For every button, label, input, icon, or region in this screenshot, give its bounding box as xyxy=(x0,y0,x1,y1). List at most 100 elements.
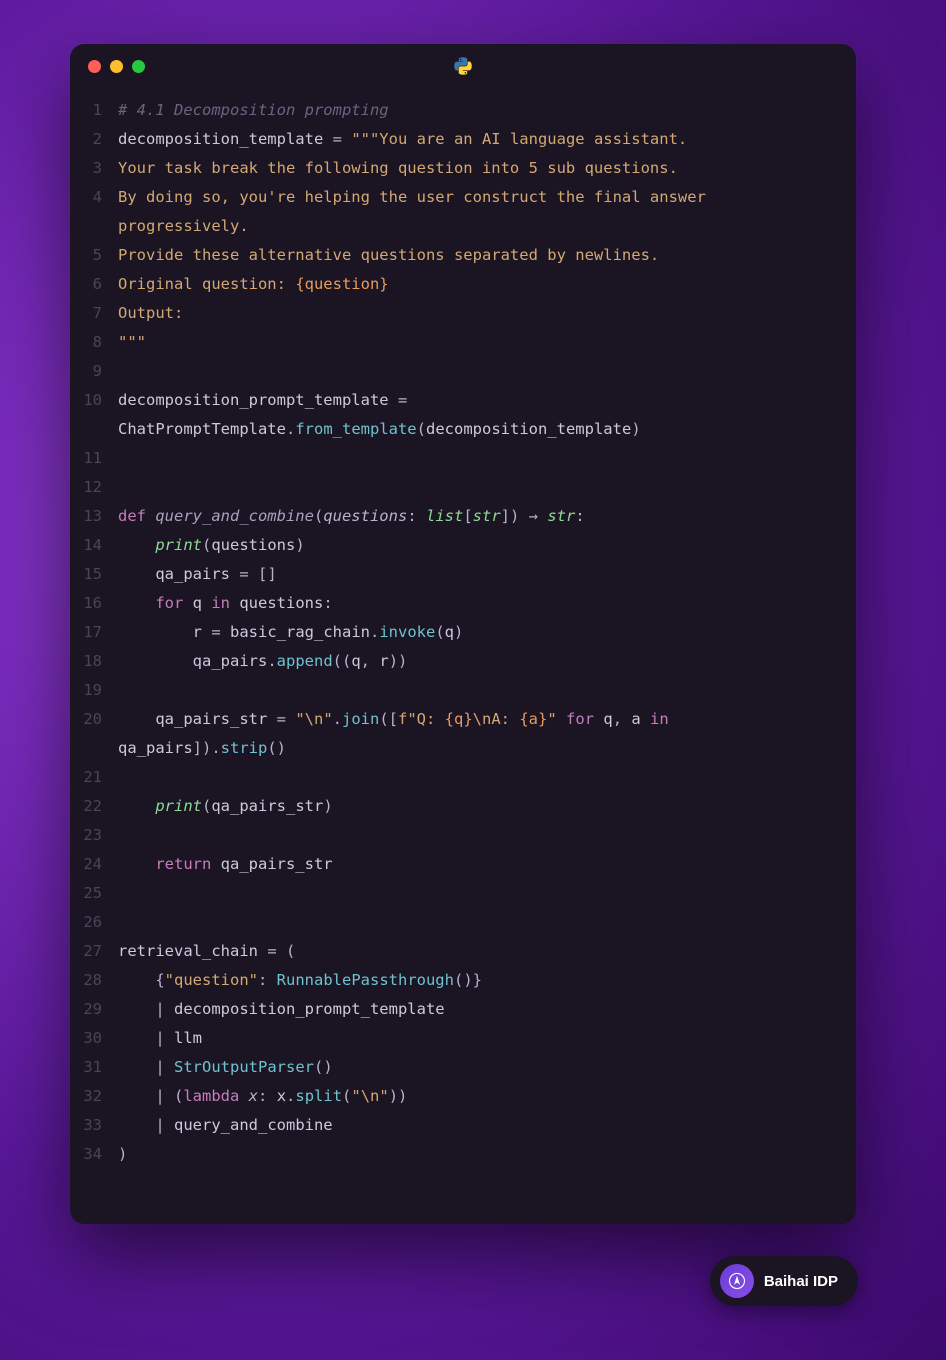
line-number: 1 xyxy=(70,96,118,125)
line-content: | StrOutputParser() xyxy=(118,1053,856,1082)
code-line: 6Original question: {question} xyxy=(70,270,856,299)
line-content: By doing so, you're helping the user con… xyxy=(118,183,856,241)
code-line: 20 qa_pairs_str = "\n".join([f"Q: {q}\nA… xyxy=(70,705,856,763)
code-line: 14 print(questions) xyxy=(70,531,856,560)
line-content xyxy=(118,357,856,386)
code-line: 4By doing so, you're helping the user co… xyxy=(70,183,856,241)
code-line: 5Provide these alternative questions sep… xyxy=(70,241,856,270)
line-content: | decomposition_prompt_template xyxy=(118,995,856,1024)
code-line: 8""" xyxy=(70,328,856,357)
line-number: 2 xyxy=(70,125,118,154)
code-line: 21 xyxy=(70,763,856,792)
code-line: 28 {"question": RunnablePassthrough()} xyxy=(70,966,856,995)
line-number: 30 xyxy=(70,1024,118,1053)
line-number: 22 xyxy=(70,792,118,821)
code-line: 16 for q in questions: xyxy=(70,589,856,618)
line-content: ) xyxy=(118,1140,856,1169)
line-number: 9 xyxy=(70,357,118,386)
line-number: 19 xyxy=(70,676,118,705)
code-line: 29 | decomposition_prompt_template xyxy=(70,995,856,1024)
close-icon[interactable] xyxy=(88,60,101,73)
line-number: 7 xyxy=(70,299,118,328)
code-line: 22 print(qa_pairs_str) xyxy=(70,792,856,821)
line-number: 15 xyxy=(70,560,118,589)
line-content: retrieval_chain = ( xyxy=(118,937,856,966)
line-number: 4 xyxy=(70,183,118,241)
code-line: 18 qa_pairs.append((q, r)) xyxy=(70,647,856,676)
code-line: 12 xyxy=(70,473,856,502)
line-content xyxy=(118,763,856,792)
line-number: 13 xyxy=(70,502,118,531)
code-line: 31 | StrOutputParser() xyxy=(70,1053,856,1082)
code-line: 13def query_and_combine(questions: list[… xyxy=(70,502,856,531)
code-line: 33 | query_and_combine xyxy=(70,1111,856,1140)
maximize-icon[interactable] xyxy=(132,60,145,73)
line-number: 25 xyxy=(70,879,118,908)
line-content xyxy=(118,908,856,937)
line-number: 16 xyxy=(70,589,118,618)
code-line: 15 qa_pairs = [] xyxy=(70,560,856,589)
code-line: 1# 4.1 Decomposition prompting xyxy=(70,96,856,125)
code-line: 3Your task break the following question … xyxy=(70,154,856,183)
line-number: 18 xyxy=(70,647,118,676)
line-number: 3 xyxy=(70,154,118,183)
line-content: | (lambda x: x.split("\n")) xyxy=(118,1082,856,1111)
brand-badge: Baihai IDP xyxy=(710,1256,858,1306)
line-content: return qa_pairs_str xyxy=(118,850,856,879)
line-content: qa_pairs.append((q, r)) xyxy=(118,647,856,676)
titlebar xyxy=(70,44,856,88)
line-number: 10 xyxy=(70,386,118,444)
line-content: # 4.1 Decomposition prompting xyxy=(118,96,856,125)
code-line: 23 xyxy=(70,821,856,850)
line-number: 28 xyxy=(70,966,118,995)
code-line: 17 r = basic_rag_chain.invoke(q) xyxy=(70,618,856,647)
line-number: 12 xyxy=(70,473,118,502)
line-content: {"question": RunnablePassthrough()} xyxy=(118,966,856,995)
line-number: 17 xyxy=(70,618,118,647)
code-line: 25 xyxy=(70,879,856,908)
brand-badge-text: Baihai IDP xyxy=(764,1273,838,1290)
line-number: 6 xyxy=(70,270,118,299)
line-number: 23 xyxy=(70,821,118,850)
line-content xyxy=(118,879,856,908)
line-content: | llm xyxy=(118,1024,856,1053)
line-number: 8 xyxy=(70,328,118,357)
line-content: qa_pairs = [] xyxy=(118,560,856,589)
line-number: 29 xyxy=(70,995,118,1024)
line-number: 14 xyxy=(70,531,118,560)
line-content: qa_pairs_str = "\n".join([f"Q: {q}\nA: {… xyxy=(118,705,856,763)
line-number: 20 xyxy=(70,705,118,763)
line-content xyxy=(118,821,856,850)
line-content: def query_and_combine(questions: list[st… xyxy=(118,502,856,531)
line-content xyxy=(118,444,856,473)
line-number: 34 xyxy=(70,1140,118,1169)
line-content: Original question: {question} xyxy=(118,270,856,299)
code-line: 7Output: xyxy=(70,299,856,328)
code-editor: 1# 4.1 Decomposition prompting2decomposi… xyxy=(70,88,856,1189)
line-number: 27 xyxy=(70,937,118,966)
code-line: 27retrieval_chain = ( xyxy=(70,937,856,966)
line-content: for q in questions: xyxy=(118,589,856,618)
code-line: 19 xyxy=(70,676,856,705)
python-icon xyxy=(453,56,473,76)
line-number: 24 xyxy=(70,850,118,879)
code-line: 32 | (lambda x: x.split("\n")) xyxy=(70,1082,856,1111)
line-number: 33 xyxy=(70,1111,118,1140)
code-line: 30 | llm xyxy=(70,1024,856,1053)
code-line: 11 xyxy=(70,444,856,473)
code-line: 34) xyxy=(70,1140,856,1169)
line-content: decomposition_template = """You are an A… xyxy=(118,125,856,154)
line-content: print(qa_pairs_str) xyxy=(118,792,856,821)
line-content: | query_and_combine xyxy=(118,1111,856,1140)
traffic-lights xyxy=(88,60,145,73)
code-window: 1# 4.1 Decomposition prompting2decomposi… xyxy=(70,44,856,1224)
line-number: 21 xyxy=(70,763,118,792)
line-content: Output: xyxy=(118,299,856,328)
line-content: decomposition_prompt_template = ChatProm… xyxy=(118,386,856,444)
code-line: 10decomposition_prompt_template = ChatPr… xyxy=(70,386,856,444)
line-number: 11 xyxy=(70,444,118,473)
line-number: 26 xyxy=(70,908,118,937)
line-content: r = basic_rag_chain.invoke(q) xyxy=(118,618,856,647)
line-content: """ xyxy=(118,328,856,357)
minimize-icon[interactable] xyxy=(110,60,123,73)
